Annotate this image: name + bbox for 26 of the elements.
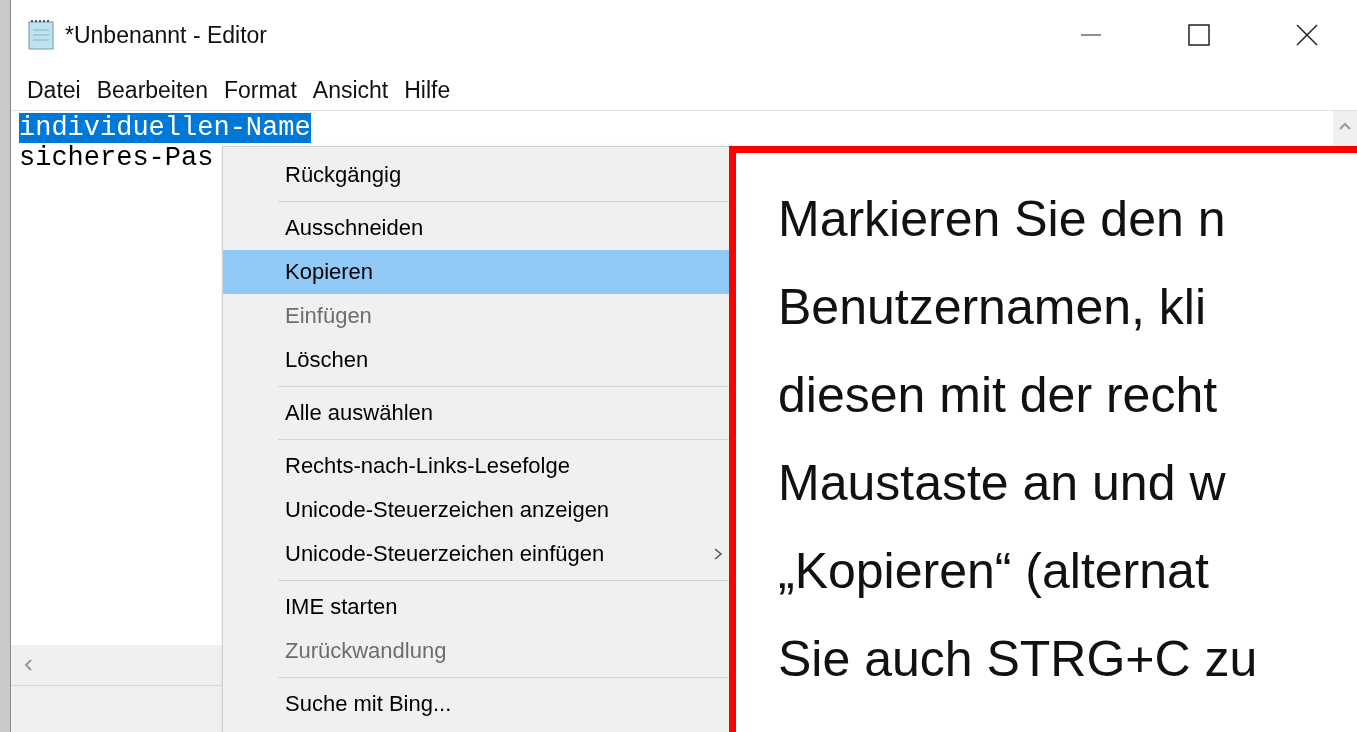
menu-item[interactable]: Bearbeiten: [90, 76, 214, 104]
callout-text: Sie auch STRG+C zu: [778, 630, 1259, 689]
callout-text: Markieren Sie den n: [778, 190, 1227, 249]
context-menu-item[interactable]: Alle auswählen: [223, 391, 733, 435]
callout-text: diesen mit der recht: [778, 366, 1219, 425]
menu-item[interactable]: Hilfe: [398, 76, 457, 104]
callout-text: Benutzernamen, kli: [778, 278, 1207, 337]
context-menu-item[interactable]: Suche mit Bing...: [223, 682, 733, 726]
callout-text: „Kopieren“ (alternat: [778, 542, 1210, 601]
text-line: sicheres-Pas: [19, 143, 214, 173]
close-icon: [1296, 24, 1318, 46]
notepad-icon: [27, 19, 57, 51]
callout-text: Maustaste an und w: [778, 454, 1227, 513]
window-title: *Unbenannt - Editor: [65, 21, 268, 49]
minimize-icon: [1081, 34, 1101, 36]
context-menu-item[interactable]: IME starten: [223, 585, 733, 629]
menu-item[interactable]: Datei: [21, 76, 87, 104]
context-menu-item[interactable]: Rechts-nach-Links-Lesefolge: [223, 444, 733, 488]
context-menu-item[interactable]: Löschen: [223, 338, 733, 382]
context-menu-item[interactable]: Unicode-Steuerzeichen anzeigen: [223, 488, 733, 532]
context-menu-item[interactable]: Ausschneiden: [223, 206, 733, 250]
context-menu-item[interactable]: Rückgängig: [223, 153, 733, 197]
menu-item[interactable]: Format: [217, 76, 303, 104]
menu-item[interactable]: Ansicht: [306, 76, 395, 104]
context-menu-item[interactable]: Unicode-Steuerzeichen einfügen: [223, 532, 733, 576]
maximize-icon: [1188, 24, 1210, 46]
